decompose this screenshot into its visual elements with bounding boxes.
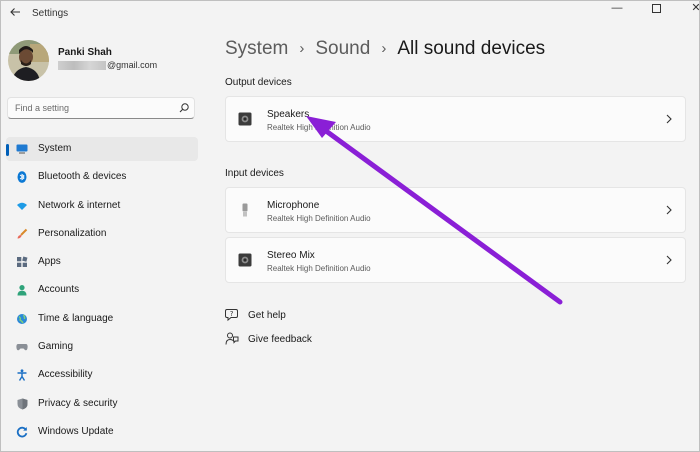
- get-help-link[interactable]: ? Get help: [225, 307, 286, 323]
- app-title: Settings: [32, 8, 69, 19]
- device-card-speakers[interactable]: Speakers Realtek High Definition Audio: [225, 96, 686, 142]
- sidebar-item-accessibility[interactable]: Accessibility: [6, 363, 198, 387]
- maximize-icon: [651, 4, 661, 13]
- speaker-icon: [238, 253, 252, 267]
- device-driver: Realtek High Definition Audio: [267, 214, 371, 223]
- breadcrumb-system[interactable]: System: [225, 38, 288, 59]
- device-name: Microphone: [267, 200, 320, 211]
- search-box[interactable]: [7, 97, 195, 119]
- brush-icon: [16, 228, 28, 240]
- sidebar-item-label: Bluetooth & devices: [38, 171, 127, 183]
- chevron-right-icon: [666, 205, 672, 215]
- email-domain: @gmail.com: [107, 60, 158, 70]
- get-help-label: Get help: [248, 309, 286, 321]
- sidebar-item-network[interactable]: Network & internet: [6, 194, 198, 218]
- sidebar-item-personalization[interactable]: Personalization: [6, 222, 198, 246]
- chevron-right-icon: [666, 255, 672, 265]
- profile-name: Panki Shah: [58, 47, 112, 58]
- wifi-icon: [16, 200, 28, 212]
- device-driver: Realtek High Definition Audio: [267, 264, 371, 273]
- minimize-icon: —: [611, 2, 623, 14]
- device-driver: Realtek High Definition Audio: [267, 123, 371, 132]
- profile-photo: [8, 40, 49, 81]
- microphone-icon: [242, 203, 248, 217]
- accessibility-icon: [16, 369, 28, 382]
- accounts-icon: [16, 284, 28, 296]
- sidebar-item-windows-update[interactable]: Windows Update: [6, 420, 198, 444]
- shield-icon: [16, 398, 28, 410]
- back-arrow-icon: [10, 8, 20, 16]
- sidebar-item-bluetooth[interactable]: Bluetooth & devices: [6, 165, 198, 189]
- sidebar-item-gaming[interactable]: Gaming: [6, 335, 198, 359]
- sidebar-item-label: Gaming: [38, 341, 74, 353]
- sidebar-item-label: Privacy & security: [38, 397, 118, 409]
- device-name: Stereo Mix: [267, 250, 315, 261]
- search-icon[interactable]: [178, 102, 190, 114]
- svg-text:?: ?: [230, 310, 234, 318]
- sidebar-item-label: Windows Update: [38, 425, 114, 437]
- device-name: Speakers: [267, 109, 310, 120]
- bluetooth-icon: [16, 171, 28, 184]
- breadcrumb-separator: ›: [381, 40, 387, 57]
- feedback-icon: [225, 332, 239, 345]
- email-redaction: [58, 61, 106, 71]
- chevron-right-icon: [666, 114, 672, 124]
- sidebar-item-label: Accounts: [38, 284, 80, 296]
- give-feedback-label: Give feedback: [248, 333, 312, 345]
- sidebar-item-label: Network & internet: [38, 199, 121, 211]
- system-icon: [16, 143, 28, 155]
- help-chat-icon: ?: [225, 309, 238, 322]
- avatar[interactable]: [8, 40, 49, 81]
- breadcrumb: System › Sound › All sound devices: [225, 38, 545, 60]
- sidebar-item-time-language[interactable]: Time & language: [6, 307, 198, 331]
- apps-icon: [16, 256, 28, 268]
- sidebar-item-system[interactable]: System: [6, 137, 198, 161]
- input-devices-heading: Input devices: [225, 168, 284, 179]
- sidebar-nav: System Bluetooth & devices Network & int…: [6, 137, 198, 448]
- settings-window: Settings — ✕ Panki Shah @gmail.com Find …: [0, 0, 700, 452]
- sidebar-item-label: Personalization: [38, 227, 107, 239]
- close-button[interactable]: ✕: [673, 1, 700, 17]
- back-button[interactable]: [7, 6, 23, 22]
- gamepad-icon: [16, 341, 28, 353]
- profile-email: @gmail.com: [58, 60, 157, 72]
- give-feedback-link[interactable]: Give feedback: [225, 331, 312, 347]
- device-card-stereo-mix[interactable]: Stereo Mix Realtek High Definition Audio: [225, 237, 686, 283]
- globe-icon: [16, 313, 28, 325]
- close-icon: ✕: [691, 2, 700, 14]
- update-icon: [16, 426, 28, 438]
- sidebar-item-label: System: [38, 143, 72, 154]
- page-title: All sound devices: [397, 38, 546, 59]
- speaker-icon: [238, 112, 252, 126]
- sidebar-item-privacy-security[interactable]: Privacy & security: [6, 392, 198, 416]
- output-devices-heading: Output devices: [225, 77, 292, 88]
- sidebar-item-apps[interactable]: Apps: [6, 250, 198, 274]
- sidebar-item-accounts[interactable]: Accounts: [6, 278, 198, 302]
- device-card-microphone[interactable]: Microphone Realtek High Definition Audio: [225, 187, 686, 233]
- sidebar-item-label: Apps: [38, 256, 61, 268]
- search-input[interactable]: [15, 101, 165, 115]
- breadcrumb-sound[interactable]: Sound: [315, 38, 370, 59]
- title-bar: Settings — ✕: [1, 1, 699, 27]
- sidebar-item-label: Time & language: [38, 312, 114, 324]
- sidebar-item-label: Accessibility: [38, 369, 93, 381]
- breadcrumb-separator: ›: [299, 40, 305, 57]
